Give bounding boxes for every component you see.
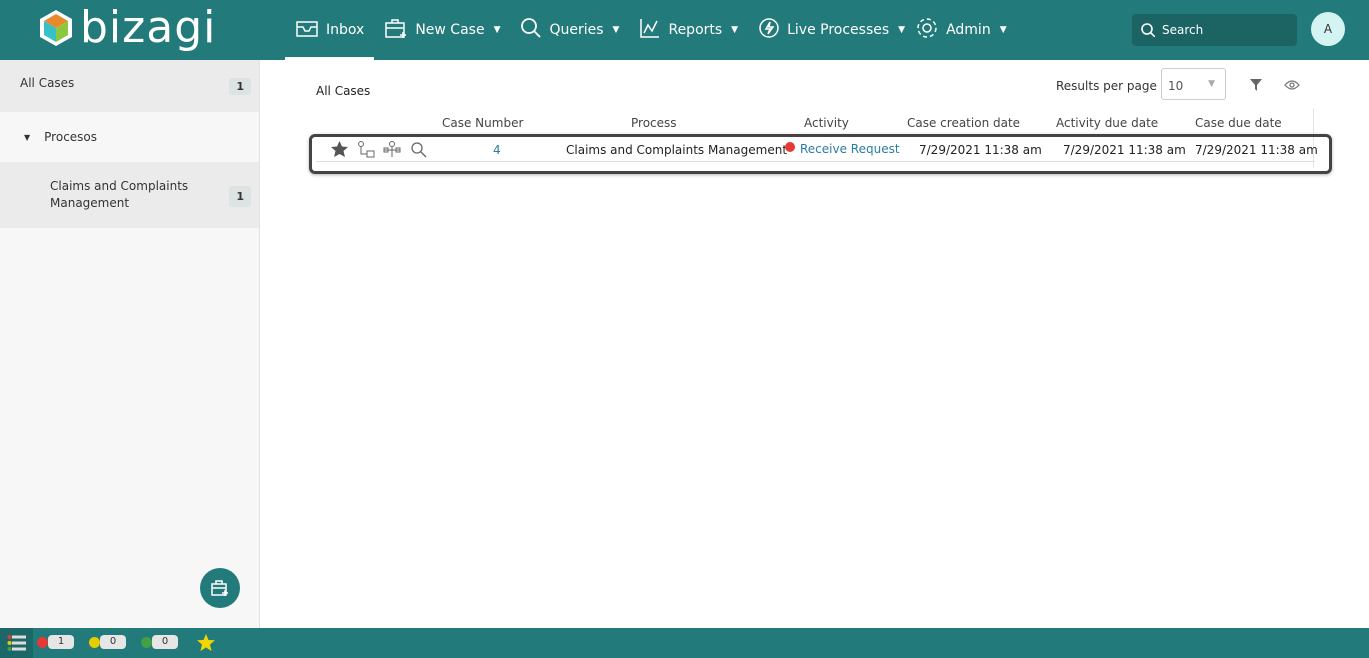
- red-status-dot: [37, 637, 48, 648]
- chart-icon: [639, 17, 661, 43]
- col-activity-due-date[interactable]: Activity due date: [1056, 116, 1158, 130]
- logo-hexagon-icon: [40, 10, 72, 46]
- col-case-number[interactable]: Case Number: [442, 116, 523, 130]
- yellow-status-dot: [89, 637, 100, 648]
- caret-down-icon: ▼: [24, 132, 31, 142]
- process-cell: Claims and Complaints Management: [566, 143, 788, 157]
- green-status-dot: [141, 637, 152, 648]
- process-map-icon[interactable]: [383, 141, 401, 162]
- gear-icon: [915, 16, 939, 44]
- count-badge: 1: [229, 186, 251, 207]
- case-due-cell: 7/29/2021 11:38 am: [1195, 143, 1318, 157]
- count-badge: 1: [229, 78, 251, 95]
- new-case-fab[interactable]: [200, 568, 240, 608]
- sidebar-item-claims[interactable]: Claims and Complaints Management 1: [0, 162, 259, 228]
- results-per-page-label: Results per page: [1056, 79, 1157, 93]
- bizagi-logo[interactable]: bizagi: [38, 6, 216, 50]
- new-case-icon: [211, 580, 228, 596]
- footer-bar: 1 0 0: [0, 628, 1369, 658]
- top-header: bizagi Inbox New Case ▼ Queries ▼ Reports ▼…: [0, 0, 1369, 60]
- star-icon[interactable]: [331, 141, 348, 160]
- lightning-icon: [758, 17, 780, 43]
- list-icon[interactable]: [0, 628, 33, 658]
- chevron-down-icon: ▼: [1208, 79, 1215, 89]
- search-icon[interactable]: [411, 142, 427, 161]
- nav-admin[interactable]: Admin ▼: [915, 0, 1017, 60]
- col-process[interactable]: Process: [631, 116, 677, 130]
- filter-icon[interactable]: [1249, 78, 1263, 95]
- search-icon: [520, 17, 542, 43]
- sidebar-group-procesos[interactable]: ▼ Procesos: [0, 112, 259, 162]
- results-per-page-select[interactable]: 10 ▼: [1161, 68, 1226, 100]
- case-number-link[interactable]: 4: [493, 143, 501, 157]
- col-case-creation-date[interactable]: Case creation date: [907, 116, 1020, 130]
- activity-link[interactable]: Receive Request: [800, 142, 900, 156]
- red-count[interactable]: 1: [48, 635, 74, 649]
- nav-reports[interactable]: Reports ▼: [629, 0, 748, 60]
- avatar[interactable]: A: [1311, 12, 1345, 46]
- nav-queries[interactable]: Queries ▼: [510, 0, 629, 60]
- page-title: All Cases: [316, 84, 371, 98]
- sidebar: All Cases 1 ▼ Procesos Claims and Complain…: [0, 60, 260, 628]
- col-case-due-date[interactable]: Case due date: [1195, 116, 1282, 130]
- col-activity[interactable]: Activity: [804, 116, 849, 130]
- activity-due-cell: 7/29/2021 11:38 am: [1063, 143, 1186, 157]
- inbox-icon: [295, 18, 319, 42]
- sidebar-all-cases[interactable]: All Cases 1: [0, 60, 259, 112]
- search-input[interactable]: Search: [1132, 14, 1297, 46]
- status-dot: [785, 142, 795, 152]
- nav-new-case[interactable]: New Case ▼: [374, 0, 510, 60]
- search-icon: [1141, 23, 1155, 37]
- green-count[interactable]: 0: [152, 635, 178, 649]
- eye-icon[interactable]: [1284, 79, 1300, 94]
- favorites-star-icon[interactable]: [197, 634, 215, 654]
- nav-inbox[interactable]: Inbox: [285, 0, 375, 60]
- new-case-icon: [384, 17, 408, 43]
- creation-date-cell: 7/29/2021 11:38 am: [919, 143, 1042, 157]
- nav-live-processes[interactable]: Live Processes ▼: [748, 0, 915, 60]
- yellow-count[interactable]: 0: [100, 635, 126, 649]
- main-nav: Inbox New Case ▼ Queries ▼ Reports ▼ Live P…: [285, 0, 1017, 60]
- workflow-icon[interactable]: [357, 141, 375, 162]
